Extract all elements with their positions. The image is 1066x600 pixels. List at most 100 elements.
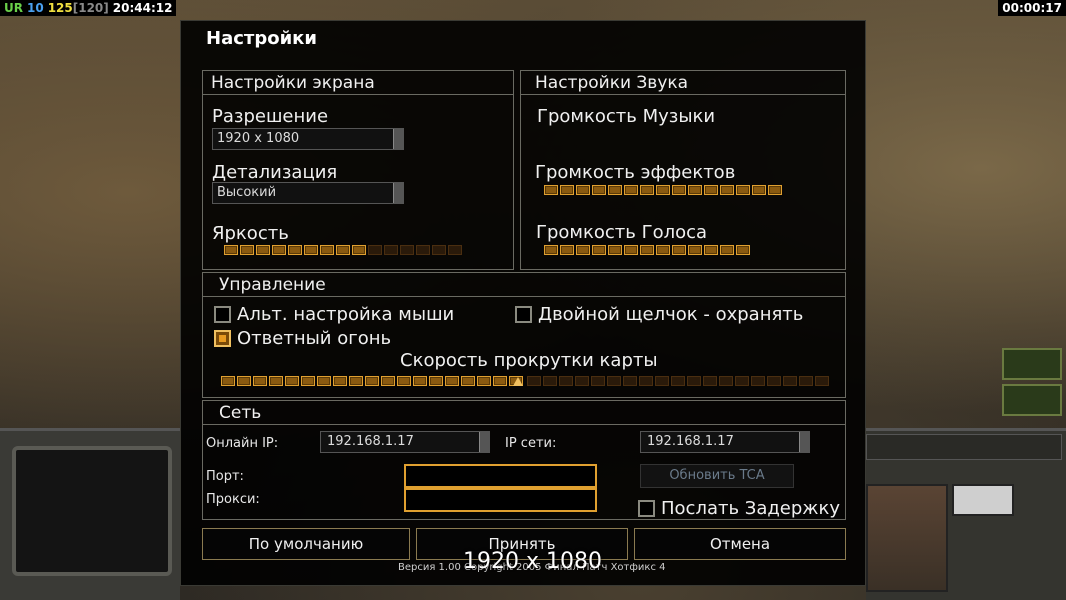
slider-segment <box>671 376 685 386</box>
slider-segment <box>416 245 430 255</box>
lan-ip-dropdown[interactable]: 192.168.1.17 <box>640 431 810 453</box>
cancel-button[interactable]: Отмена <box>634 528 846 560</box>
alt-mouse-checkbox[interactable] <box>214 306 231 323</box>
slider-segment <box>624 245 638 255</box>
general-portrait-button[interactable] <box>1002 348 1062 380</box>
sound-settings-header: Настройки Звука <box>521 71 845 95</box>
slider-segment <box>240 245 254 255</box>
dialog-title: Настройки <box>206 28 318 49</box>
slider-segment <box>333 376 347 386</box>
detail-value: Высокий <box>217 185 277 200</box>
slider-segment <box>751 376 765 386</box>
slider-segment <box>301 376 315 386</box>
send-delay-checkbox[interactable] <box>638 500 655 517</box>
unit-icon-boots[interactable] <box>952 484 1014 516</box>
return-fire-checkbox[interactable] <box>214 330 231 347</box>
port-input[interactable] <box>404 464 597 488</box>
slider-segment <box>336 245 350 255</box>
slider-segment <box>624 185 638 195</box>
slider-segment <box>656 245 670 255</box>
slider-segment <box>736 245 750 255</box>
slider-segment <box>592 185 606 195</box>
slider-segment <box>576 185 590 195</box>
minimap-screen[interactable] <box>12 446 172 576</box>
double-click-checkbox[interactable] <box>515 306 532 323</box>
slider-segment <box>544 245 558 255</box>
music-volume-label: Громкость Музыки <box>537 106 716 127</box>
effects-volume-slider[interactable] <box>544 185 782 195</box>
effects-volume-label: Громкость эффектов <box>535 162 736 183</box>
slider-segment <box>639 376 653 386</box>
send-delay-option[interactable]: Послать Задержку <box>638 498 840 519</box>
slider-segment <box>608 245 622 255</box>
slider-segment <box>544 185 558 195</box>
slider-segment <box>704 185 718 195</box>
slider-segment <box>560 185 574 195</box>
slider-segment <box>687 376 701 386</box>
screen-settings-header: Настройки экрана <box>203 71 513 95</box>
slider-segment <box>752 185 766 195</box>
slider-segment <box>575 376 589 386</box>
double-click-option[interactable]: Двойной щелчок - охранять <box>515 304 803 325</box>
default-button[interactable]: По умолчанию <box>202 528 410 560</box>
dropdown-arrow-icon <box>479 432 489 452</box>
brightness-slider[interactable] <box>224 245 462 255</box>
hud-ur: UR <box>4 1 23 15</box>
slider-segment <box>688 185 702 195</box>
slider-segment <box>221 376 235 386</box>
network-header: Сеть <box>203 401 845 425</box>
slider-segment <box>269 376 283 386</box>
slider-segment <box>256 245 270 255</box>
hud-counter-3: [120] <box>72 1 109 15</box>
hud-clock: 20:44:12 <box>112 1 173 15</box>
slider-thumb-icon[interactable] <box>513 376 523 386</box>
slider-segment <box>461 376 475 386</box>
lan-ip-value: 192.168.1.17 <box>647 434 734 449</box>
slider-segment <box>493 376 507 386</box>
slider-segment <box>783 376 797 386</box>
slider-segment <box>381 376 395 386</box>
unit-portrait[interactable] <box>866 484 948 592</box>
slider-segment <box>352 245 366 255</box>
command-tabs[interactable] <box>866 434 1062 460</box>
slider-segment <box>400 245 414 255</box>
return-fire-option[interactable]: Ответный огонь <box>214 328 391 349</box>
slider-segment <box>527 376 541 386</box>
alt-mouse-option[interactable]: Альт. настройка мыши <box>214 304 454 325</box>
detail-dropdown[interactable]: Высокий <box>212 182 404 204</box>
lan-ip-label: IP сети: <box>505 436 557 451</box>
dropdown-arrow-icon <box>393 129 403 149</box>
slider-segment <box>285 376 299 386</box>
online-ip-label: Онлайн IP: <box>206 436 279 451</box>
slider-segment <box>672 245 686 255</box>
slider-segment <box>349 376 363 386</box>
slider-segment <box>384 245 398 255</box>
update-tca-button[interactable]: Обновить TCA <box>640 464 794 488</box>
slider-segment <box>559 376 573 386</box>
slider-segment <box>253 376 267 386</box>
slider-segment <box>735 376 749 386</box>
slider-segment <box>477 376 491 386</box>
voice-volume-slider[interactable] <box>544 245 750 255</box>
slider-segment <box>656 185 670 195</box>
slider-segment <box>413 376 427 386</box>
slider-segment <box>768 185 782 195</box>
resolution-label: Разрешение <box>212 106 329 127</box>
alt-mouse-label: Альт. настройка мыши <box>237 304 455 325</box>
scroll-speed-slider[interactable] <box>221 376 829 386</box>
dropdown-arrow-icon <box>393 183 403 203</box>
slider-segment <box>445 376 459 386</box>
hud-counter-1: 10 <box>26 1 44 15</box>
proxy-input[interactable] <box>404 488 597 512</box>
voice-volume-label: Громкость Голоса <box>536 222 708 243</box>
detail-label: Детализация <box>212 162 338 183</box>
top-left-hud: UR 10 125 [120] 20:44:12 <box>0 0 177 16</box>
slider-segment <box>608 185 622 195</box>
port-label: Порт: <box>206 469 244 484</box>
return-fire-label: Ответный огонь <box>237 328 392 349</box>
resolution-dropdown[interactable]: 1920 x 1080 <box>212 128 404 150</box>
online-ip-dropdown[interactable]: 192.168.1.17 <box>320 431 490 453</box>
slider-segment <box>623 376 637 386</box>
slider-segment <box>815 376 829 386</box>
radar-button[interactable] <box>1002 384 1062 416</box>
